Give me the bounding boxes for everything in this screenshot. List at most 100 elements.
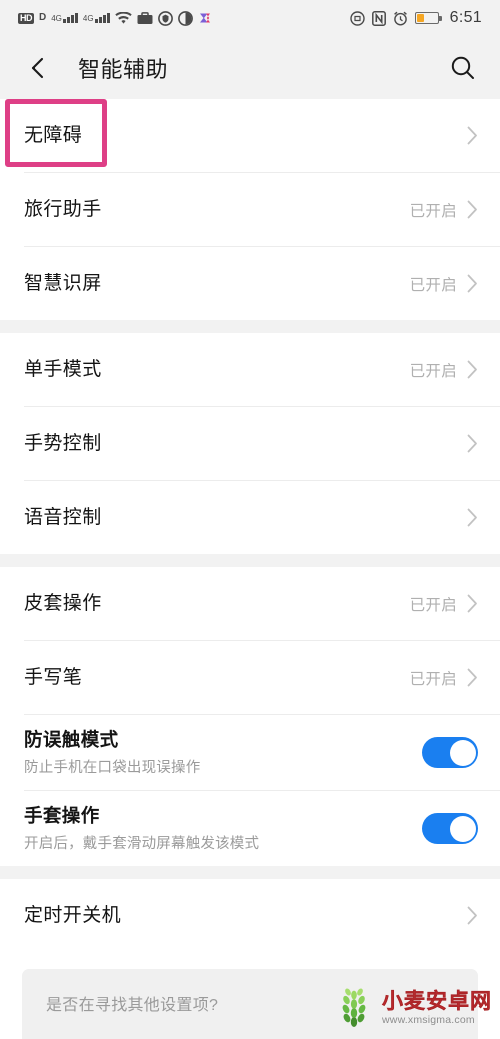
section-gap — [0, 554, 500, 567]
sim1-network-label: 4G — [51, 14, 62, 23]
list-item-scheduled-power[interactable]: 定时开关机 — [0, 879, 500, 952]
list-item-label: 智慧识屏 — [24, 272, 102, 294]
back-arrow-icon[interactable] — [24, 53, 54, 83]
list-item-label: 手势控制 — [24, 432, 102, 454]
row-right: 已开启 — [410, 667, 478, 689]
status-bar-left-icons: HD D 4G 4G — [18, 10, 212, 26]
list-item-travel-assistant[interactable]: 旅行助手 已开启 — [0, 173, 500, 246]
row-texts: 定时开关机 — [24, 904, 121, 928]
row-texts: 无障碍 — [24, 124, 82, 148]
chevron-right-icon — [467, 200, 478, 219]
list-item-label: 语音控制 — [24, 506, 102, 528]
chevron-right-icon — [467, 434, 478, 453]
row-texts: 语音控制 — [24, 506, 102, 530]
settings-section-4: 定时开关机 — [0, 879, 500, 952]
list-item-glove-mode[interactable]: 手套操作 开启后，戴手套滑动屏幕触发该模式 — [0, 791, 500, 866]
toggle-anti-mistouch-mode[interactable] — [422, 737, 478, 768]
phone-screen: HD D 4G 4G 6:51 智能辅助 无障碍 旅行助手 已开启 智慧识屏 已… — [0, 0, 500, 1039]
list-item-value: 已开启 — [409, 202, 457, 220]
list-item-value: 已开启 — [409, 670, 457, 688]
row-texts: 手套操作 开启后，戴手套滑动屏幕触发该模式 — [24, 804, 259, 853]
list-item-anti-mistouch-mode[interactable]: 防误触模式 防止手机在口袋出现误操作 — [0, 715, 500, 790]
wifi-icon — [114, 11, 132, 25]
list-item-gesture-control[interactable]: 手势控制 — [0, 407, 500, 480]
contrast-icon — [177, 10, 193, 26]
settings-section-2: 单手模式 已开启 手势控制 语音控制 — [0, 333, 500, 554]
row-right — [457, 906, 478, 925]
row-right: 已开启 — [410, 273, 478, 295]
list-item-label: 防误触模式 — [24, 728, 119, 750]
watermark-url: www.xmsigma.com — [382, 1014, 475, 1027]
row-right: 已开启 — [410, 359, 478, 381]
section-gap — [0, 320, 500, 333]
wheat-logo-icon — [332, 984, 376, 1033]
list-item-subtitle: 防止手机在口袋出现误操作 — [24, 760, 201, 777]
list-item-label: 手写笔 — [24, 666, 83, 688]
row-texts: 手势控制 — [24, 432, 102, 456]
row-right: 已开启 — [410, 593, 478, 615]
status-bar: HD D 4G 4G 6:51 — [0, 0, 500, 36]
row-texts: 旅行助手 — [24, 198, 102, 222]
section-gap — [0, 866, 500, 879]
list-item-case-operation[interactable]: 皮套操作 已开启 — [0, 567, 500, 640]
list-item-value: 已开启 — [409, 276, 457, 294]
row-right — [457, 126, 478, 145]
nfc-icon — [371, 10, 386, 26]
search-icon[interactable] — [448, 53, 478, 83]
list-item-label: 定时开关机 — [24, 904, 122, 926]
watermark-title: 小麦安卓网 — [382, 990, 492, 1014]
status-bar-right-icons: 6:51 — [349, 9, 482, 27]
arrow-app-icon — [198, 11, 212, 25]
chevron-right-icon — [467, 906, 478, 925]
settings-section-1: 无障碍 旅行助手 已开启 智慧识屏 已开启 — [0, 99, 500, 320]
settings-section-3: 皮套操作 已开启 手写笔 已开启 防误触模式 防止手机在口袋出现误操作 手套操作… — [0, 567, 500, 866]
sim1-bars-icon — [62, 13, 78, 23]
signal-4g-sim2-icon: 4G — [83, 13, 110, 23]
status-bar-clock: 6:51 — [449, 9, 482, 26]
list-item-value: 已开启 — [409, 362, 457, 380]
hd-icon: HD — [18, 12, 34, 24]
chevron-right-icon — [467, 360, 478, 379]
battery-icon — [414, 12, 442, 24]
toggle-knob — [449, 815, 476, 842]
row-right — [422, 737, 478, 768]
settings-list: 无障碍 旅行助手 已开启 智慧识屏 已开启 单手模式 已开启 手势控制 语音控制… — [0, 99, 500, 1039]
list-item-label: 皮套操作 — [24, 592, 102, 614]
row-texts: 皮套操作 — [24, 592, 102, 616]
alarm-icon — [393, 11, 408, 26]
briefcase-icon — [137, 11, 153, 25]
row-right — [422, 813, 478, 844]
chevron-right-icon — [467, 274, 478, 293]
shield-icon — [157, 10, 173, 26]
list-item-accessibility[interactable]: 无障碍 — [0, 99, 500, 172]
toggle-glove-mode[interactable] — [422, 813, 478, 844]
watermark-text: 小麦安卓网 www.xmsigma.com — [382, 991, 492, 1026]
list-item-smart-screen-recognition[interactable]: 智慧识屏 已开启 — [0, 247, 500, 320]
list-item-subtitle: 开启后，戴手套滑动屏幕触发该模式 — [24, 836, 260, 853]
list-item-stylus[interactable]: 手写笔 已开启 — [0, 641, 500, 714]
chevron-right-icon — [467, 508, 478, 527]
toggle-knob — [449, 739, 476, 766]
app-bar: 智能辅助 — [0, 36, 500, 99]
list-item-one-handed-mode[interactable]: 单手模式 已开启 — [0, 333, 500, 406]
sim2-network-label: 4G — [82, 14, 94, 23]
row-right — [457, 508, 478, 527]
list-item-label: 手套操作 — [24, 804, 100, 826]
row-texts: 手写笔 — [24, 666, 82, 690]
signal-4g-sim1-icon: 4G — [51, 13, 78, 23]
list-item-value: 已开启 — [409, 596, 457, 614]
watermark: 小麦安卓网 www.xmsigma.com — [332, 984, 492, 1033]
list-item-label: 无障碍 — [24, 124, 83, 146]
chevron-right-icon — [467, 594, 478, 613]
list-item-voice-control[interactable]: 语音控制 — [0, 481, 500, 554]
row-texts: 单手模式 — [24, 358, 102, 382]
row-texts: 智慧识屏 — [24, 272, 102, 296]
row-right: 已开启 — [410, 199, 478, 221]
list-item-label: 单手模式 — [24, 358, 102, 380]
list-item-label: 旅行助手 — [24, 198, 102, 220]
row-right — [457, 434, 478, 453]
page-title: 智能辅助 — [78, 56, 169, 82]
row-texts: 防误触模式 防止手机在口袋出现误操作 — [24, 728, 200, 777]
rotate-lock-icon — [349, 10, 365, 26]
sim2-bars-icon — [94, 13, 110, 23]
